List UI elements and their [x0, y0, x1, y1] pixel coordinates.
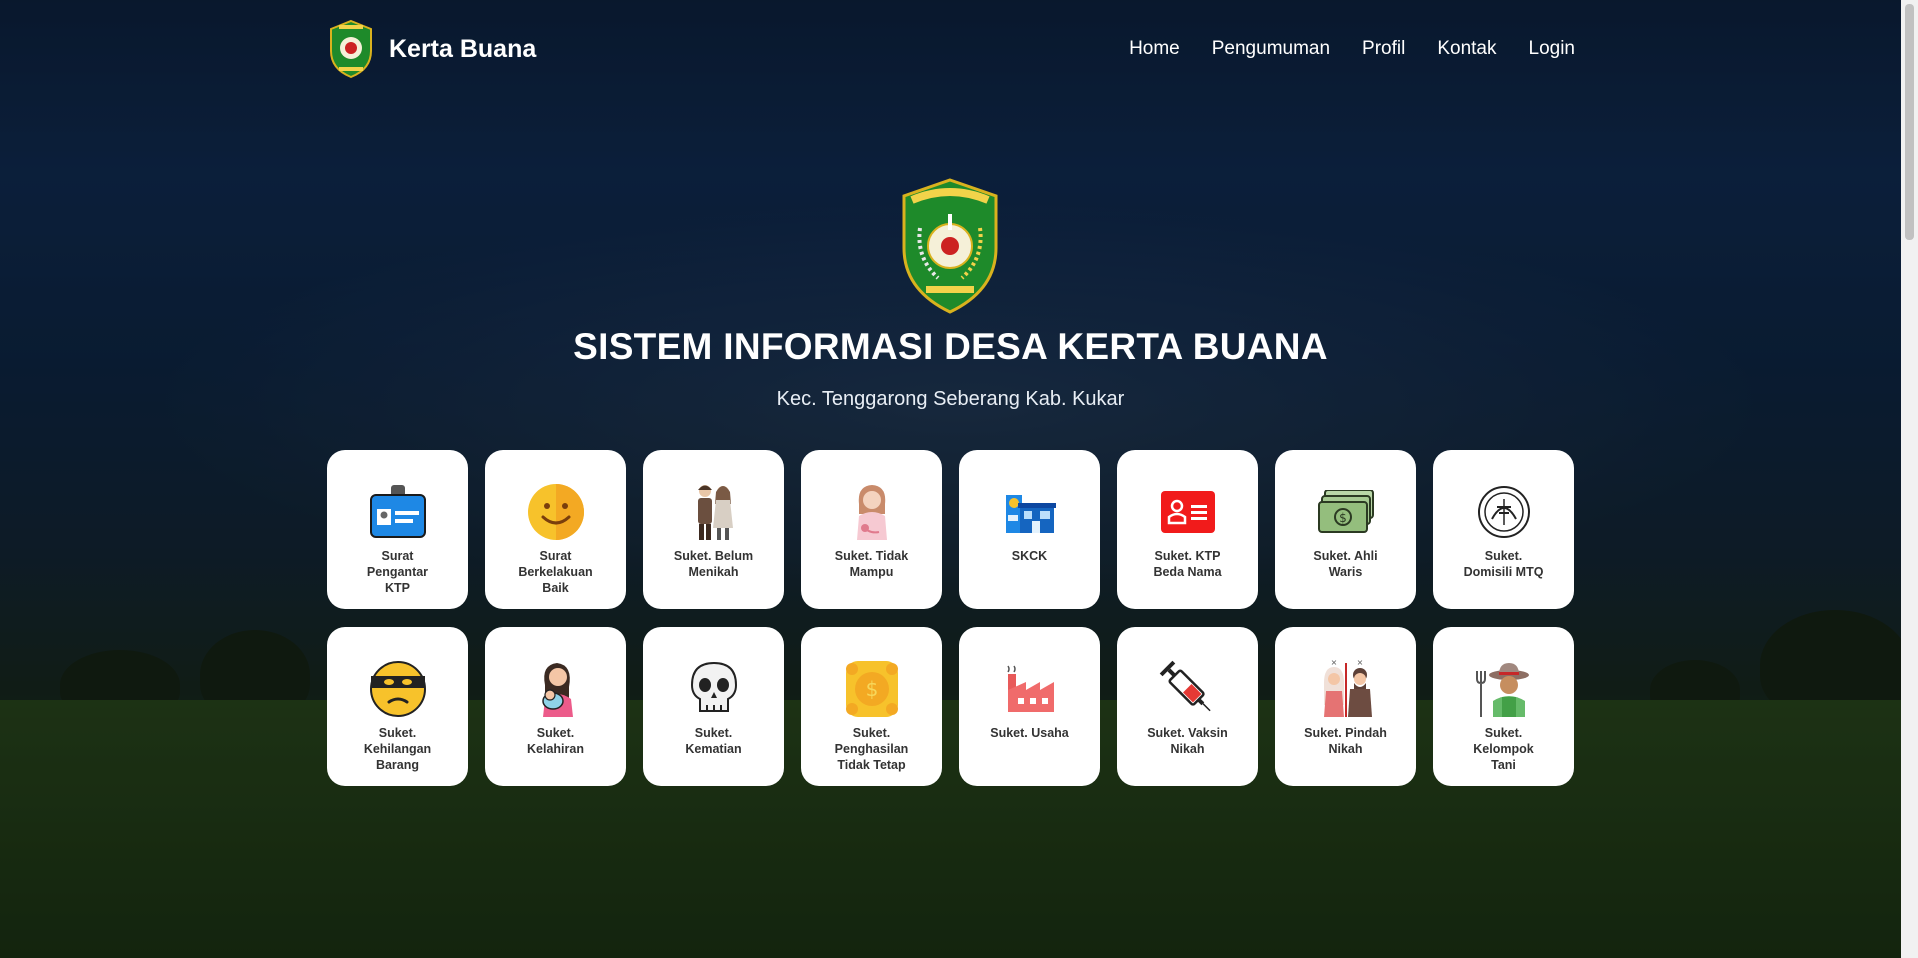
service-label: Suket. Domisili MTQ	[1463, 549, 1544, 579]
service-label: Suket. Pindah Nikah	[1304, 726, 1387, 756]
service-label: Suket. Usaha	[990, 726, 1069, 740]
nav-login[interactable]: Login	[1529, 38, 1576, 60]
service-label: SKCK	[1011, 549, 1048, 563]
nav-home[interactable]: Home	[1129, 38, 1180, 60]
hero-emblem-icon	[902, 178, 998, 314]
nav-kontak[interactable]: Kontak	[1437, 38, 1496, 60]
service-card-suket-pindah-nikah[interactable]: × × Suket. Pindah Nikah	[1275, 627, 1416, 786]
quran-emblem-icon	[1474, 482, 1534, 542]
hero: SISTEM INFORMASI DESA KERTA BUANA Kec. T…	[0, 178, 1901, 411]
scrollbar-thumb[interactable]	[1905, 4, 1914, 240]
service-card-suket-penghasilan-tidak-tetap[interactable]: $ Suket. Penghasilan Tidak Tetap	[801, 627, 942, 786]
service-card-suket-vaksin-nikah[interactable]: Suket. Vaksin Nikah	[1117, 627, 1258, 786]
brand-link[interactable]: Kerta Buana	[327, 19, 536, 79]
service-label: Suket. Kelahiran	[527, 726, 584, 756]
service-label: Suket. Ahli Waris	[1313, 549, 1378, 579]
service-label: Suket. Kelompok Tani	[1473, 726, 1534, 772]
main-menu: Home Pengumuman Profil Kontak Login	[1129, 38, 1575, 60]
service-label: Suket. Tidak Mampu	[834, 549, 909, 579]
woman-icon	[842, 482, 902, 542]
hero-title: SISTEM INFORMASI DESA KERTA BUANA	[573, 326, 1328, 367]
service-card-suket-belum-menikah[interactable]: Suket. Belum Menikah	[643, 450, 784, 609]
svg-text:×: ×	[1356, 659, 1363, 667]
service-label: Suket. Penghasilan Tidak Tetap	[834, 726, 909, 772]
service-card-suket-kelompok-tani[interactable]: Suket. Kelompok Tani	[1433, 627, 1574, 786]
service-card-suket-kelahiran[interactable]: Suket. Kelahiran	[485, 627, 626, 786]
id-card-icon	[368, 482, 428, 542]
factory-icon	[1000, 659, 1060, 719]
svg-text:$: $	[1339, 511, 1347, 525]
service-label: Suket. Belum Menikah	[673, 549, 754, 579]
mother-baby-icon	[526, 659, 586, 719]
service-card-suket-ahli-waris[interactable]: $ Suket. Ahli Waris	[1275, 450, 1416, 609]
nav-pengumuman[interactable]: Pengumuman	[1212, 38, 1330, 60]
hero-subtitle: Kec. Tenggarong Seberang Kab. Kukar	[776, 388, 1125, 410]
service-card-suket-kehilangan-barang[interactable]: Suket. Kehilangan Barang	[327, 627, 468, 786]
money-icon: $	[1316, 482, 1376, 542]
farmer-icon	[1474, 659, 1534, 719]
page-scrollbar[interactable]	[1901, 0, 1918, 958]
service-label: Suket. Kematian	[685, 726, 742, 756]
service-card-surat-pengantar-ktp[interactable]: Surat Pengantar KTP	[327, 450, 468, 609]
service-label: Surat Berkelakuan Baik	[518, 549, 593, 595]
service-grid: Surat Pengantar KTP Surat Berkelakuan Ba…	[327, 450, 1575, 786]
service-card-suket-domisili-mtq[interactable]: Suket. Domisili MTQ	[1433, 450, 1574, 609]
service-card-suket-usaha[interactable]: Suket. Usaha	[959, 627, 1100, 786]
kukar-emblem-icon	[330, 19, 372, 79]
service-label: Surat Pengantar KTP	[366, 549, 429, 595]
thief-icon	[368, 659, 428, 719]
couple-icon	[684, 482, 744, 542]
service-card-suket-kematian[interactable]: Suket. Kematian	[643, 627, 784, 786]
service-card-surat-berkelakuan-baik[interactable]: Surat Berkelakuan Baik	[485, 450, 626, 609]
red-id-icon	[1158, 482, 1218, 542]
syringe-icon	[1158, 659, 1218, 719]
service-card-suket-ktp-beda-nama[interactable]: Suket. KTP Beda Nama	[1117, 450, 1258, 609]
brand-name: Kerta Buana	[389, 34, 537, 63]
service-label: Suket. Vaksin Nikah	[1147, 726, 1228, 756]
skull-icon	[684, 659, 744, 719]
service-card-skck[interactable]: SKCK	[959, 450, 1100, 609]
service-label: Suket. KTP Beda Nama	[1153, 549, 1222, 579]
nav-profil[interactable]: Profil	[1362, 38, 1405, 60]
svg-text:$: $	[865, 677, 878, 701]
police-station-icon	[1000, 482, 1060, 542]
moving-couple-icon: × ×	[1316, 659, 1376, 719]
service-card-suket-tidak-mampu[interactable]: Suket. Tidak Mampu	[801, 450, 942, 609]
coin-icon: $	[842, 659, 902, 719]
navbar: Kerta Buana Home Pengumuman Profil Konta…	[327, 14, 1575, 84]
svg-text:×: ×	[1330, 659, 1337, 667]
service-label: Suket. Kehilangan Barang	[363, 726, 432, 772]
smiley-icon	[526, 482, 586, 542]
